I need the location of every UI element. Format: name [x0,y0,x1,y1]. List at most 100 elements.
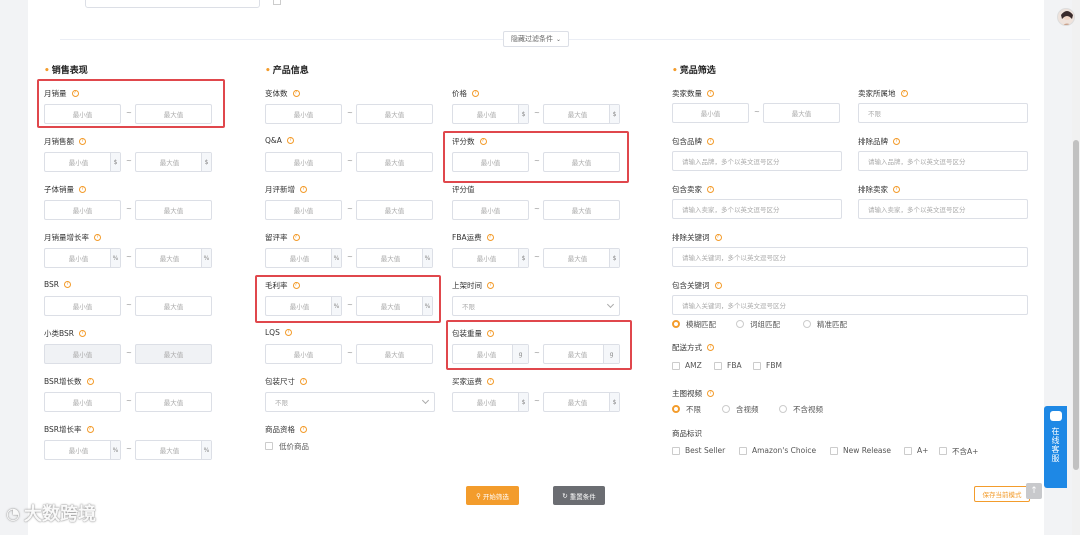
tag-amazons-choice-label: Amazon's Choice [752,446,817,455]
video-with-label: 含视频 [736,405,759,414]
sales-field-3-max[interactable]: 最大值% [135,248,212,268]
refresh-icon: ↻ [562,491,568,500]
brand-exclude-input[interactable]: 请输入品牌，多个以英文逗号区分 [858,151,1028,171]
product-right-5-max[interactable]: 最大值 g [543,344,620,364]
save-mode-button[interactable]: 保存当前模式 [974,486,1030,502]
package-size-select[interactable]: 不限 [265,392,435,412]
range-dash: ~ [347,253,353,261]
sales-field-3-min[interactable]: 最小值% [44,248,121,268]
product-right-3-max[interactable]: 最大值 $ [543,248,620,268]
top-search-input[interactable] [85,0,260,8]
sales-field-7-max[interactable]: 最大值% [135,440,212,460]
product-right-6-max[interactable]: 最大值 $ [543,392,620,412]
product-right-1-min[interactable]: 最小值 [452,152,529,172]
product-left-3-min[interactable]: 最小值% [265,248,342,268]
product-left-5-min[interactable]: 最小值 [265,344,342,364]
range-dash: ~ [347,349,353,357]
unit-suffix: % [201,249,211,267]
match-exact-label: 精准匹配 [817,320,847,329]
label-sales-7: BSR增长率? [44,424,94,435]
tag-a-plus-label: A+ [917,446,929,455]
match-exact-radio[interactable] [803,320,811,328]
sales-field-7-min[interactable]: 最小值% [44,440,121,460]
product-right-6-min[interactable]: 最小值 $ [452,392,529,412]
match-fuzzy-radio[interactable] [672,320,680,328]
product-right-2-max[interactable]: 最大值 [543,200,620,220]
product-right-0-max[interactable]: 最大值 $ [543,104,620,124]
delivery-fba-checkbox[interactable] [714,362,722,370]
label-product-tag: 商品标识 [672,429,702,438]
product-left-5-max[interactable]: 最大值 [356,344,433,364]
range-dash: ~ [126,157,132,165]
toggle-filter-button[interactable]: 隐藏过滤条件 ⌄ [503,31,569,47]
back-to-top-icon[interactable]: ↑ [1026,483,1042,499]
sales-field-2-min[interactable]: 最小值 [44,200,121,220]
seller-count-min[interactable]: 最小值 [672,103,749,123]
tag-new-release-checkbox[interactable] [830,447,838,455]
scrollbar-thumb[interactable] [1073,140,1079,470]
product-left-0-min[interactable]: 最小值 [265,104,342,124]
product-right-0-min[interactable]: 最小值 $ [452,104,529,124]
delivery-fbm-checkbox[interactable] [753,362,761,370]
sales-field-0-min[interactable]: 最小值 [44,104,121,124]
video-with-radio[interactable] [722,405,730,413]
product-right-3-min[interactable]: 最小值 $ [452,248,529,268]
sales-field-6-max[interactable]: 最大值 [135,392,212,412]
product-left-0-max[interactable]: 最大值 [356,104,433,124]
seller-exclude-input[interactable]: 请输入卖家，多个以英文逗号区分 [858,199,1028,219]
start-filter-button[interactable]: ⚲ 开始筛选 [466,486,519,505]
help-icon: ? [71,90,79,97]
tag-a-plus-checkbox[interactable] [904,447,912,455]
product-left-2-min[interactable]: 最小值 [265,200,342,220]
sales-field-0-max[interactable]: 最大值 [135,104,212,124]
help-icon: ? [79,330,86,337]
product-left-1-max[interactable]: 最大值 [356,152,433,172]
product-left-1-min[interactable]: 最小值 [265,152,342,172]
label-product-left-1: Q&A? [265,136,294,145]
top-checkbox[interactable] [273,0,281,5]
range-dash: ~ [126,397,132,405]
label-seller-count: 卖家数量? [672,88,714,99]
range-dash: ~ [534,109,540,117]
sales-field-1-min[interactable]: 最小值 $ [44,152,121,172]
product-left-4-min[interactable]: 最小值% [265,296,342,316]
sales-field-4-min[interactable]: 最小值 [44,296,121,316]
help-icon: ? [707,390,714,397]
range-dash: ~ [126,301,132,309]
product-left-2-max[interactable]: 最大值 [356,200,433,220]
chevron-down-icon [606,300,615,309]
customer-service-widget[interactable]: 在线客服 [1044,406,1067,488]
sales-field-1-max[interactable]: 最大值 $ [135,152,212,172]
help-icon: ? [94,234,101,241]
sales-field-5-max[interactable]: 最大值 [135,344,212,364]
tag-amazons-choice-checkbox[interactable] [739,447,747,455]
product-left-3-max[interactable]: 最大值% [356,248,433,268]
label-sales-2: 子体销量? [44,184,86,195]
sales-field-4-max[interactable]: 最大值 [135,296,212,316]
sales-field-5-min[interactable]: 最小值 [44,344,121,364]
delivery-amz-checkbox[interactable] [672,362,680,370]
avatar[interactable] [1057,8,1075,26]
keyword-include-input[interactable]: 请输入关键词，多个以英文逗号区分 [672,295,1028,315]
video-without-radio[interactable] [779,405,787,413]
seller-count-max[interactable]: 最大值 [763,103,840,123]
keyword-exclude-input[interactable]: 请输入关键词，多个以英文逗号区分 [672,247,1028,267]
low-price-checkbox[interactable] [265,442,273,450]
brand-include-input[interactable]: 请输入品牌，多个以英文逗号区分 [672,151,842,171]
sales-field-6-min[interactable]: 最小值 [44,392,121,412]
sales-field-2-max[interactable]: 最大值 [135,200,212,220]
product-right-5-min[interactable]: 最小值 g [452,344,529,364]
tag-no-a-plus-checkbox[interactable] [939,447,947,455]
seller-include-input[interactable]: 请输入卖家，多个以英文逗号区分 [672,199,842,219]
tag-best-seller-checkbox[interactable] [672,447,680,455]
match-phrase-radio[interactable] [736,320,744,328]
product-right-2-min[interactable]: 最小值 [452,200,529,220]
product-left-4-max[interactable]: 最大值% [356,296,433,316]
listing-time-select[interactable]: 不限 [452,296,620,316]
delivery-amz-label: AMZ [685,361,702,370]
product-right-1-max[interactable]: 最大值 [543,152,620,172]
seller-location-select[interactable]: 不限 [858,103,1028,123]
help-icon: ? [286,137,294,144]
video-any-radio[interactable] [672,405,680,413]
reset-button[interactable]: ↻ 重置条件 [553,486,605,505]
